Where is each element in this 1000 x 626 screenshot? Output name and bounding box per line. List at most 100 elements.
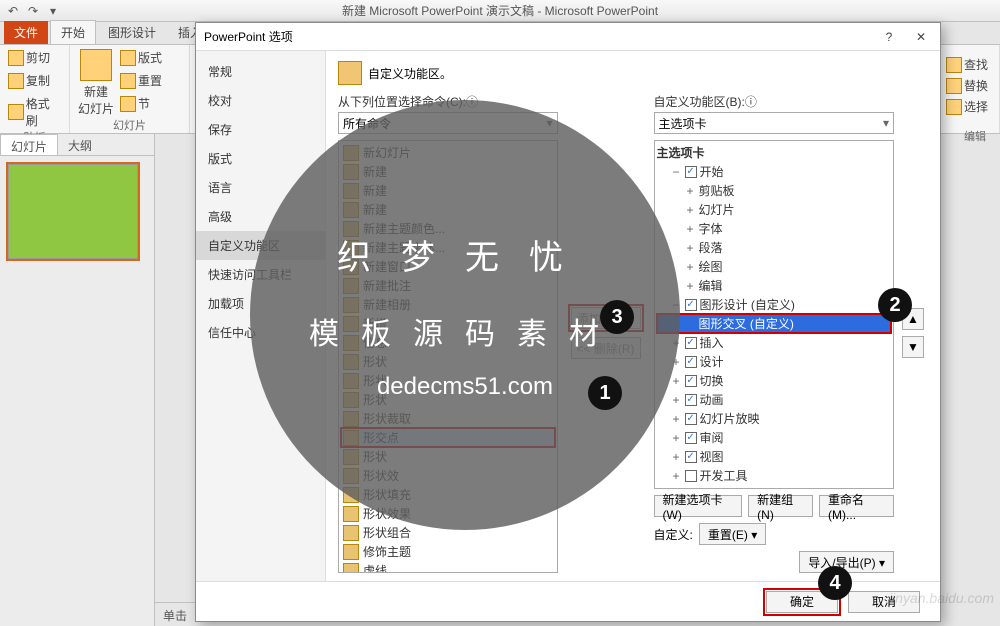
expander-icon[interactable]: − xyxy=(671,165,682,179)
checkbox-icon[interactable]: ✓ xyxy=(685,375,697,387)
layout-button[interactable]: 版式 xyxy=(120,49,162,66)
tab-home[interactable]: 开始 xyxy=(50,20,96,44)
command-list-item[interactable]: 新建 xyxy=(341,181,555,200)
expander-icon[interactable]: + xyxy=(671,469,682,483)
tree-node[interactable]: −✓图形设计 (自定义) xyxy=(657,295,891,314)
dialog-nav-item[interactable]: 高级 xyxy=(196,202,325,231)
command-list-item[interactable]: 形交点 xyxy=(341,428,555,447)
tree-node[interactable]: +剪贴板 xyxy=(657,181,891,200)
expander-icon[interactable]: − xyxy=(671,298,682,312)
rename-button[interactable]: 重命名(M)... xyxy=(819,495,894,517)
dialog-nav-item[interactable]: 信任中心 xyxy=(196,318,325,347)
expander-icon[interactable]: + xyxy=(671,374,682,388)
command-list-item[interactable]: 形状裁取 xyxy=(341,409,555,428)
replace-button[interactable]: 替换 xyxy=(946,77,998,94)
cut-button[interactable]: 剪切 xyxy=(8,49,61,66)
command-list-item[interactable]: 新建主题字体... xyxy=(341,238,555,257)
tab-shape-design[interactable]: 图形设计 xyxy=(98,21,166,44)
expander-icon[interactable]: + xyxy=(671,450,682,464)
command-list-item[interactable]: 修饰主题 xyxy=(341,542,555,561)
section-button[interactable]: 节 xyxy=(120,95,162,112)
command-list-item[interactable]: 形状组合 xyxy=(341,523,555,542)
tree-node[interactable]: +字体 xyxy=(657,219,891,238)
ok-button[interactable]: 确定 xyxy=(766,591,838,613)
commands-combo[interactable]: 所有命令▾ xyxy=(338,112,558,134)
tree-node[interactable]: +✓插入 xyxy=(657,333,891,352)
tree-node[interactable]: +✓审阅 xyxy=(657,428,891,447)
ribbon-tree[interactable]: 主选项卡−✓开始+剪贴板+幻灯片+字体+段落+绘图+编辑−✓图形设计 (自定义)… xyxy=(654,140,894,489)
import-export-button[interactable]: 导入/导出(P) ▾ xyxy=(799,551,894,573)
tree-node[interactable]: +绘图 xyxy=(657,257,891,276)
dialog-nav-item[interactable]: 保存 xyxy=(196,115,325,144)
command-list-item[interactable]: 形状效 xyxy=(341,466,555,485)
checkbox-icon[interactable]: ✓ xyxy=(685,451,697,463)
expander-icon[interactable]: + xyxy=(685,279,696,293)
expander-icon[interactable]: + xyxy=(685,222,696,236)
expander-icon[interactable]: + xyxy=(685,203,696,217)
move-down-button[interactable]: ▼ xyxy=(902,336,924,358)
tree-node[interactable]: +幻灯片 xyxy=(657,200,891,219)
command-list-item[interactable]: 形状 xyxy=(341,352,555,371)
dialog-nav-item[interactable]: 语言 xyxy=(196,173,325,202)
cancel-button[interactable]: 取消 xyxy=(848,591,920,613)
slide-thumbnail-1[interactable] xyxy=(8,164,138,259)
expander-icon[interactable]: + xyxy=(671,336,682,350)
command-list-item[interactable]: 新建 xyxy=(341,200,555,219)
command-list-item[interactable]: 新建相册 xyxy=(341,295,555,314)
expander-icon[interactable]: + xyxy=(671,431,682,445)
dialog-nav-item[interactable]: 自定义功能区 xyxy=(196,231,325,260)
command-list-item[interactable]: 新建 xyxy=(341,162,555,181)
checkbox-icon[interactable]: ✓ xyxy=(685,299,697,311)
dialog-nav-item[interactable]: 常规 xyxy=(196,57,325,86)
close-button[interactable]: ✕ xyxy=(910,28,932,46)
help-button[interactable]: ? xyxy=(878,28,900,46)
tree-node[interactable]: +✓加载项 xyxy=(657,485,891,489)
dialog-nav-item[interactable]: 加载项 xyxy=(196,289,325,318)
command-list-item[interactable]: 新建窗口 xyxy=(341,257,555,276)
ribbon-combo[interactable]: 主选项卡▾ xyxy=(654,112,894,134)
tree-node[interactable]: 图形交叉 (自定义) xyxy=(657,314,891,333)
expander-icon[interactable]: + xyxy=(671,488,682,490)
select-button[interactable]: 选择 xyxy=(946,98,998,115)
tree-node[interactable]: +段落 xyxy=(657,238,891,257)
tree-node[interactable]: +✓设计 xyxy=(657,352,891,371)
remove-button[interactable]: << 删除(R) xyxy=(571,337,641,359)
checkbox-icon[interactable]: ✓ xyxy=(685,356,697,368)
expander-icon[interactable]: + xyxy=(671,393,682,407)
tree-node[interactable]: +✓动画 xyxy=(657,390,891,409)
new-tab-button[interactable]: 新建选项卡(W) xyxy=(654,495,743,517)
checkbox-icon[interactable]: ✓ xyxy=(685,489,697,490)
redo-icon[interactable]: ↷ xyxy=(24,2,42,20)
commands-listbox[interactable]: 新幻灯片新建新建新建新建主题颜色...新建主题字体...新建窗口新建批注新建相册… xyxy=(338,140,558,573)
command-list-item[interactable]: 形状 xyxy=(341,447,555,466)
tab-slides-thumb[interactable]: 幻灯片 xyxy=(0,134,58,155)
move-up-button[interactable]: ▲ xyxy=(902,308,924,330)
expander-icon[interactable]: + xyxy=(671,355,682,369)
command-list-item[interactable]: 新增 xyxy=(341,314,555,333)
command-list-item[interactable]: 形状 xyxy=(341,390,555,409)
new-slide-button[interactable]: 新建 幻灯片 xyxy=(78,49,114,117)
checkbox-icon[interactable]: ✓ xyxy=(685,166,697,178)
tree-node[interactable]: +✓切换 xyxy=(657,371,891,390)
expander-icon[interactable]: + xyxy=(685,184,696,198)
add-button[interactable]: 添加(A) >> xyxy=(571,307,641,329)
checkbox-icon[interactable]: ✓ xyxy=(685,337,697,349)
tab-file[interactable]: 文件 xyxy=(4,21,48,44)
command-list-item[interactable]: 信息 xyxy=(341,333,555,352)
command-list-item[interactable]: 形状填充 xyxy=(341,485,555,504)
expander-icon[interactable]: + xyxy=(685,241,696,255)
qat-dropdown-icon[interactable]: ▾ xyxy=(44,2,62,20)
command-list-item[interactable]: 形状 xyxy=(341,371,555,390)
find-button[interactable]: 查找 xyxy=(946,56,998,73)
tree-node[interactable]: +开发工具 xyxy=(657,466,891,485)
undo-icon[interactable]: ↶ xyxy=(4,2,22,20)
command-list-item[interactable]: 新建主题颜色... xyxy=(341,219,555,238)
dialog-nav-item[interactable]: 校对 xyxy=(196,86,325,115)
checkbox-icon[interactable]: ✓ xyxy=(685,394,697,406)
new-group-button[interactable]: 新建组(N) xyxy=(748,495,813,517)
reset-button[interactable]: 重置(E) ▾ xyxy=(699,523,766,545)
tree-node[interactable]: +✓视图 xyxy=(657,447,891,466)
tree-node[interactable]: +编辑 xyxy=(657,276,891,295)
copy-button[interactable]: 复制 xyxy=(8,72,61,89)
checkbox-icon[interactable]: ✓ xyxy=(685,432,697,444)
